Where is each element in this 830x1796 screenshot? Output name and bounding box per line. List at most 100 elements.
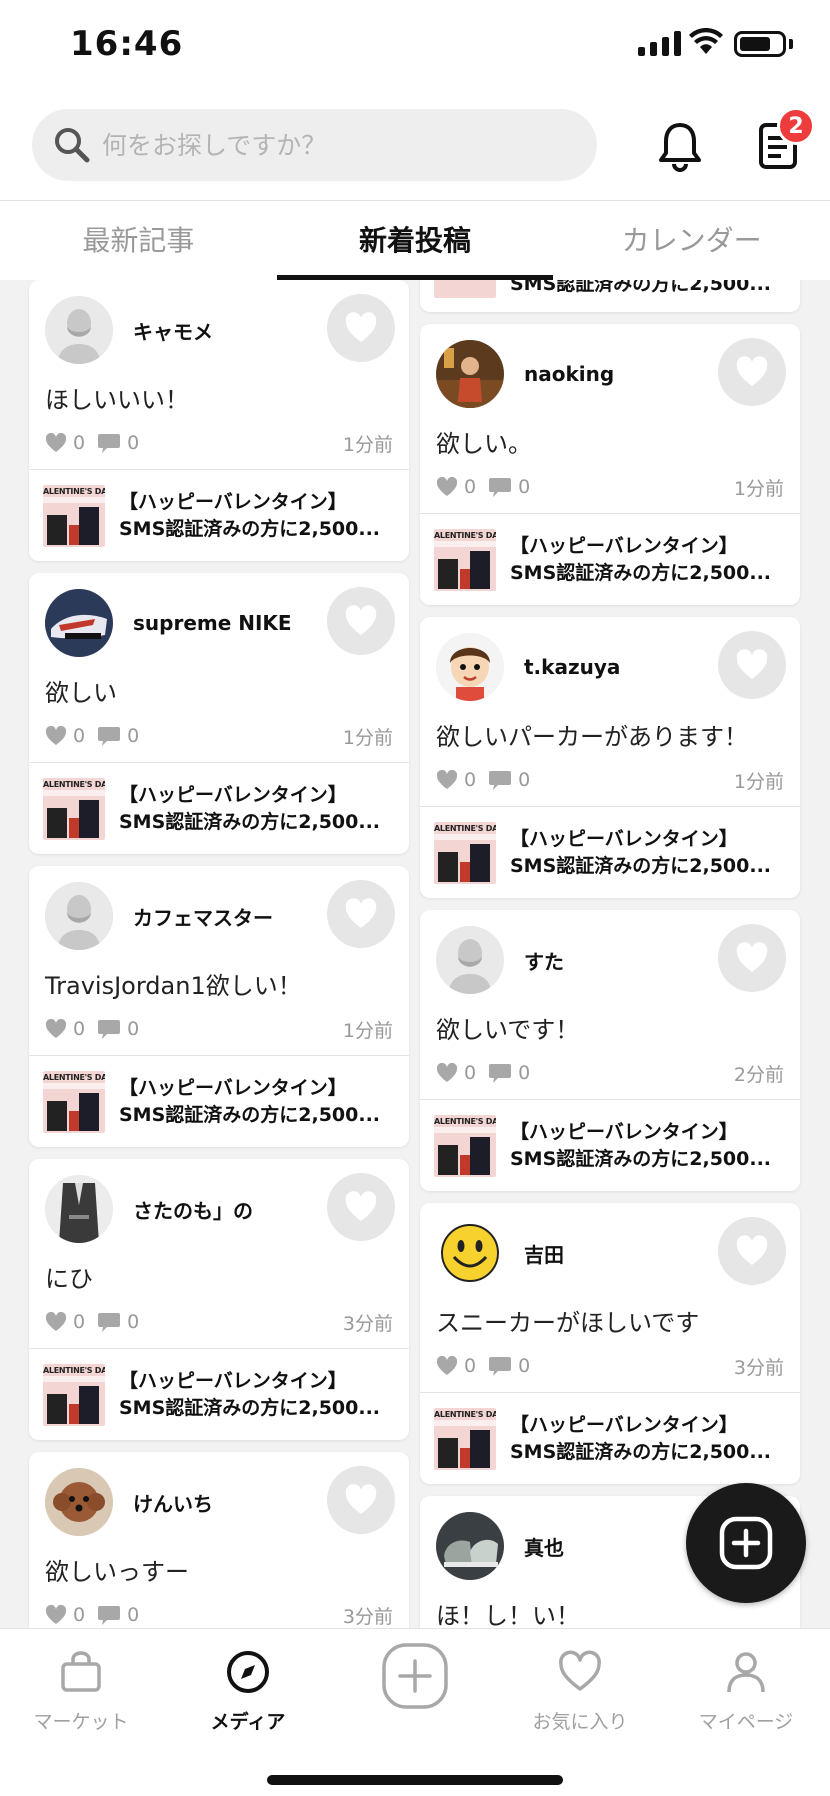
like-button[interactable] [718, 924, 786, 992]
username[interactable]: 真也 [524, 1532, 564, 1561]
post-card[interactable]: 吉田 スニーカーがほしいです 0 0 3分前 ALENTINE'S DA 【ハッピーバレンタ… [420, 1203, 800, 1484]
like-count-icon [45, 1605, 67, 1625]
comment-count: 0 [127, 1604, 140, 1626]
like-button[interactable] [327, 1173, 395, 1241]
like-button[interactable] [718, 1217, 786, 1285]
post-card[interactable]: すた 欲しいです！ 0 0 2分前 ALENTINE'S DA 【ハッピーバレンタイン】 SM… [420, 910, 800, 1191]
post-body: t.kazuya 欲しいパーカーがあります！ 0 0 1分前 [420, 617, 800, 806]
post-text: 欲しいパーカーがあります！ [436, 723, 748, 751]
username[interactable]: けんいち [133, 1488, 213, 1517]
like-button[interactable] [327, 880, 395, 948]
tab-calendar[interactable]: カレンダー [553, 201, 830, 280]
username[interactable]: すた [524, 946, 564, 975]
promo-subtitle: SMS認証済みの方に2,500... [119, 810, 381, 833]
post-card[interactable]: naoking 欲しい。 0 0 1分前 ALENTINE'S DA 【ハッピーバレンタイン… [420, 324, 800, 605]
username[interactable]: supreme NIKE [133, 611, 292, 635]
shoes-avatar[interactable] [436, 1512, 504, 1580]
like-button[interactable] [718, 631, 786, 699]
post-feed[interactable]: キャモメ ほしいいい！ 0 0 1分前 ALENTINE'S DA 【ハッピーバレンタイン】… [0, 280, 830, 1628]
like-button[interactable] [327, 294, 395, 362]
post-card[interactable]: カフェマスター TravisJordan1欲しい！ 0 0 1分前 ALENTINE'S … [29, 866, 409, 1147]
post-text: スニーカーがほしいです [436, 1309, 700, 1337]
tab-latest-articles[interactable]: 最新記事 [0, 201, 277, 280]
nav-market[interactable]: マーケット [11, 1649, 151, 1734]
search-icon [55, 128, 90, 163]
post-text: 欲しいです！ [436, 1016, 580, 1044]
dog-avatar[interactable] [45, 1468, 113, 1536]
default-avatar[interactable] [436, 926, 504, 994]
comment-icon [97, 1311, 121, 1333]
post-card-partial[interactable]: SMS認証済みの方に2,500... [420, 280, 800, 312]
like-count: 0 [464, 769, 477, 791]
like-button[interactable] [718, 338, 786, 406]
search-input[interactable] [102, 130, 562, 160]
post-body: けんいち 欲しいっすー 0 0 3分前 [29, 1452, 409, 1628]
nav-favorites-label: お気に入り [532, 1711, 628, 1733]
person-avatar[interactable] [436, 340, 504, 408]
post-card[interactable]: さたのも」の にひ 0 0 3分前 ALENTINE'S DA 【ハッピーバレンタイン】 SM… [29, 1159, 409, 1440]
like-count: 0 [73, 1311, 86, 1333]
nav-create[interactable] [345, 1641, 485, 1715]
compass-icon [227, 1651, 269, 1693]
username[interactable]: カフェマスター [133, 902, 273, 931]
post-text: にひ [45, 1265, 93, 1293]
default-avatar[interactable] [45, 882, 113, 950]
promo-banner[interactable]: ALENTINE'S DA 【ハッピーバレンタイン】 SMS認証済みの方に2,500… [29, 762, 409, 854]
suit-avatar[interactable] [45, 1175, 113, 1243]
tab-bar: 最新記事 新着投稿 カレンダー [0, 200, 830, 280]
like-button[interactable] [327, 587, 395, 655]
wifi-icon [689, 28, 723, 54]
post-card[interactable]: けんいち欲しいっすー003分前ALENTINE'S DA【ハッピーバレンタイン】… [29, 1452, 409, 1628]
username[interactable]: さたのも」の [133, 1195, 253, 1224]
post-time: 2分前 [733, 1063, 784, 1086]
promo-banner[interactable]: ALENTINE'S DA 【ハッピーバレンタイン】 SMS認証済みの方に2,500… [420, 513, 800, 605]
promo-banner[interactable]: SMS認証済みの方に2,500... [420, 280, 800, 312]
post-body: カフェマスター TravisJordan1欲しい！ 0 0 1分前 [29, 866, 409, 1055]
username[interactable]: 吉田 [524, 1239, 564, 1268]
post-stats: 0 0 1分前 [45, 1017, 393, 1042]
promo-banner[interactable]: ALENTINE'S DA 【ハッピーバレンタイン】 SMS認証済みの方に2,500… [420, 1099, 800, 1191]
feed-column-right: SMS認証済みの方に2,500... naoking 欲しい。 0 0 1分前 ALENT… [420, 280, 800, 1628]
like-count-icon [436, 1063, 458, 1083]
username[interactable]: t.kazuya [524, 655, 620, 679]
promo-title: 【ハッピーバレンタイン】 [510, 534, 738, 557]
post-text: 欲しいっすー [45, 1558, 189, 1586]
plus-square-icon [719, 1516, 773, 1570]
comment-count: 0 [518, 1355, 531, 1377]
promo-subtitle: SMS認証済みの方に2,500... [119, 517, 381, 540]
post-card[interactable]: キャモメ ほしいいい！ 0 0 1分前 ALENTINE'S DA 【ハッピーバレンタイン】… [29, 280, 409, 561]
default-avatar[interactable] [45, 296, 113, 364]
promo-text: 【ハッピーバレンタイン】 SMS認証済みの方に2,500... [510, 533, 771, 587]
like-count: 0 [464, 1355, 477, 1377]
smiley-avatar[interactable] [436, 1219, 504, 1287]
post-card[interactable]: t.kazuya 欲しいパーカーがあります！ 0 0 1分前 ALENTINE'S DA 【… [420, 617, 800, 898]
promo-banner[interactable]: ALENTINE'S DA 【ハッピーバレンタイン】 SMS認証済みの方に2,500… [420, 1392, 800, 1484]
like-count-icon [45, 1312, 67, 1332]
promo-banner[interactable]: ALENTINE'S DA 【ハッピーバレンタイン】 SMS認証済みの方に2,500… [29, 1348, 409, 1440]
comment-icon [97, 1604, 121, 1626]
promo-banner[interactable]: ALENTINE'S DA 【ハッピーバレンタイン】 SMS認証済みの方に2,500… [420, 806, 800, 898]
post-time: 1分前 [733, 477, 784, 500]
post-text: 欲しい [45, 679, 117, 707]
heart-icon [344, 1484, 378, 1516]
post-card[interactable]: supreme NIKE 欲しい 0 0 1分前 ALENTINE'S DA 【ハッピーバレ… [29, 573, 409, 854]
promo-banner[interactable]: ALENTINE'S DA 【ハッピーバレンタイン】 SMS認証済みの方に2,500… [29, 469, 409, 561]
search-bar[interactable] [32, 109, 597, 181]
username[interactable]: キャモメ [133, 316, 213, 345]
nav-favorites[interactable]: お気に入り [510, 1649, 650, 1734]
nav-media[interactable]: メディア [178, 1649, 318, 1734]
promo-thumbnail [434, 280, 496, 298]
post-time: 1分前 [342, 1019, 393, 1042]
promo-thumbnail: ALENTINE'S DA [434, 528, 496, 591]
cartoon-avatar[interactable] [436, 633, 504, 701]
promo-banner[interactable]: ALENTINE'S DA 【ハッピーバレンタイン】 SMS認証済みの方に2,500… [29, 1055, 409, 1147]
username[interactable]: naoking [524, 362, 614, 386]
heart-icon [735, 356, 769, 388]
bell-icon[interactable] [655, 119, 705, 173]
sneaker-avatar[interactable] [45, 589, 113, 657]
nav-mypage[interactable]: マイページ [676, 1649, 816, 1734]
bottom-nav: マーケット メディア お気に入り マイページ [0, 1628, 830, 1796]
create-post-button[interactable] [686, 1483, 806, 1603]
tab-new-posts[interactable]: 新着投稿 [276, 201, 554, 280]
like-button[interactable] [327, 1466, 395, 1534]
